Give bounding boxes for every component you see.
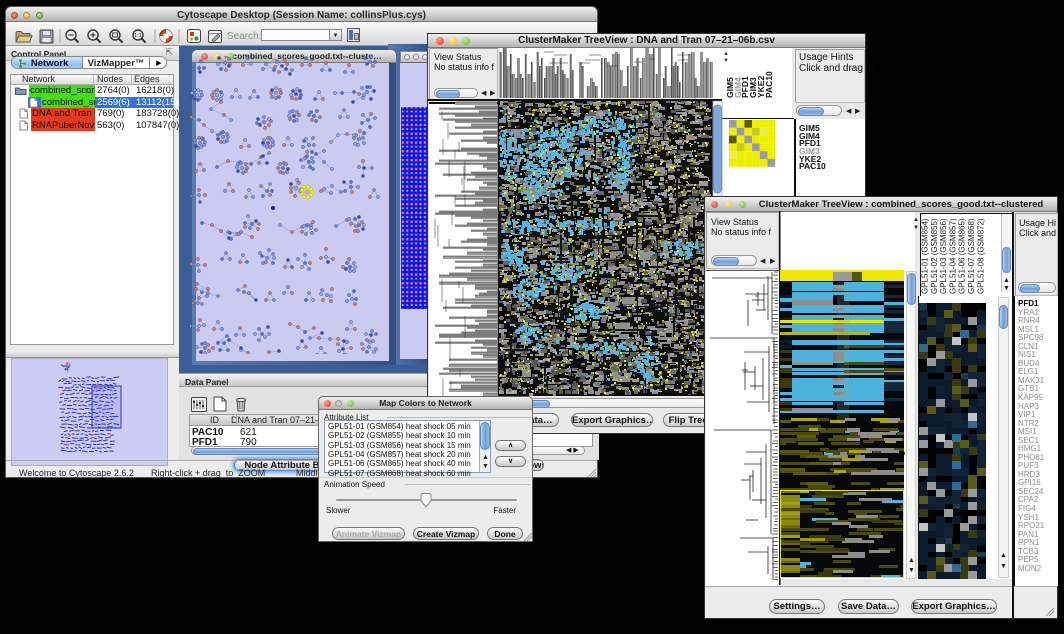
svg-text:GPL51-03 (GSM856): GPL51-03 (GSM856)	[939, 218, 948, 294]
svg-text:GPL51-07 (GSM868): GPL51-07 (GSM868)	[967, 218, 976, 294]
svg-text:GPL51-02 (GSM855): GPL51-02 (GSM855)	[930, 218, 939, 294]
svg-text:GPL51-08 (GSM872): GPL51-08 (GSM872)	[976, 218, 985, 294]
svg-text:GPL51-04 (GSM857): GPL51-04 (GSM857)	[948, 218, 957, 294]
svg-text:GPL51-01 (GSM854): GPL51-01 (GSM854)	[921, 218, 930, 294]
svg-text:GPL51-06 (GSM865): GPL51-06 (GSM865)	[958, 218, 967, 294]
